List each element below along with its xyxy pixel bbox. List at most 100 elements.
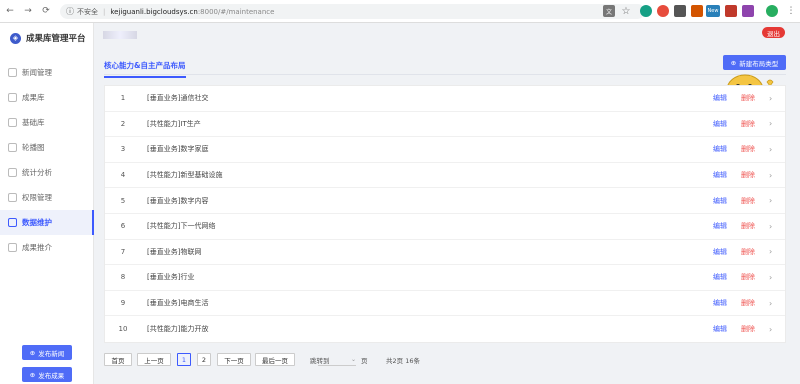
delete-button[interactable]: 删除 [741,272,769,282]
sidebar-item-maintenance[interactable]: 数据维护 [0,210,94,235]
chevron-right-icon[interactable]: › [769,247,785,256]
last-page-button[interactable]: 最后一页 [255,353,295,366]
button-label: 新建布局类型 [739,59,779,68]
add-layout-type-button[interactable]: ⊕ 新建布局类型 [723,55,786,70]
edit-button[interactable]: 编辑 [713,324,741,334]
next-page-button[interactable]: 下一页 [217,353,251,366]
delete-button[interactable]: 删除 [741,298,769,308]
button-label: 发布新闻 [38,349,65,358]
security-label: 不安全 [77,7,98,16]
row-number: 8 [120,273,126,282]
delete-button[interactable]: 删除 [741,247,769,257]
sidebar-item-promotion[interactable]: 成果推介 [0,235,94,260]
row-name: [垂直业务]物联网 [147,247,202,256]
edit-button[interactable]: 编辑 [713,119,741,129]
extension-icon[interactable] [657,5,669,17]
table-row[interactable]: 3 [垂直业务]数字家庭 编辑 删除 › [105,137,785,163]
star-icon[interactable]: ☆ [620,5,632,17]
table-row[interactable]: 5 [垂直业务]数字内容 编辑 删除 › [105,188,785,214]
delete-button[interactable]: 删除 [741,144,769,154]
edit-button[interactable]: 编辑 [713,170,741,180]
translate-icon[interactable]: 文 [603,5,615,17]
chevron-right-icon[interactable]: › [769,222,785,231]
extension-icon[interactable] [674,5,686,17]
layout-type-table: 1 [垂直业务]通信社交 编辑 删除 › 2 [共性能力]IT生产 编辑 删除 › 3 [垂直业务]数… [104,85,786,343]
delete-button[interactable]: 删除 [741,324,769,334]
forward-icon[interactable]: → [20,6,36,16]
row-number: 10 [118,325,128,334]
edit-button[interactable]: 编辑 [713,272,741,282]
chevron-right-icon[interactable]: › [769,171,785,180]
edit-button[interactable]: 编辑 [713,298,741,308]
address-bar[interactable]: ⓘ 不安全 | kejiguanli.bigcloudsys.cn :8000/… [60,4,645,19]
table-row[interactable]: 9 [垂直业务]电商生活 编辑 删除 › [105,291,785,317]
logo-icon: ◈ [10,32,21,44]
table-row[interactable]: 7 [垂直业务]物联网 编辑 删除 › [105,240,785,266]
edit-button[interactable]: 编辑 [713,93,741,103]
row-name: [共性能力]新型基础设施 [147,171,223,180]
sidebar-item-label: 数据维护 [22,218,52,227]
lock-icon [8,193,17,202]
edit-button[interactable]: 编辑 [713,221,741,231]
chevron-right-icon[interactable]: › [769,273,785,282]
pagination-summary: 共2页 16条 [386,357,420,365]
tab-layout[interactable]: 核心能力&自主产品布局 [104,60,186,78]
page-jump-select[interactable]: ⌄ [318,353,356,366]
sidebar-item-permissions[interactable]: 权限管理 [0,185,94,210]
prev-page-button[interactable]: 上一页 [137,353,171,366]
reload-icon[interactable]: ⟳ [38,6,54,16]
extension-icon[interactable] [640,5,652,17]
sidebar-item-label: 基础库 [22,118,45,127]
chevron-right-icon[interactable]: › [769,94,785,103]
sidebar-item-label: 轮播图 [22,143,45,152]
delete-button[interactable]: 删除 [741,93,769,103]
extension-icon[interactable] [725,5,737,17]
table-row[interactable]: 1 [垂直业务]通信社交 编辑 删除 › [105,86,785,112]
page-1-button[interactable]: 1 [177,353,191,366]
edit-button[interactable]: 编辑 [713,196,741,206]
edit-button[interactable]: 编辑 [713,247,741,257]
database-icon [8,118,17,127]
delete-button[interactable]: 删除 [741,221,769,231]
extension-icon[interactable] [691,5,703,17]
button-label: 发布成果 [38,371,65,380]
extension-icon[interactable] [742,5,754,17]
sidebar-item-results[interactable]: 成果库 [0,85,94,110]
delete-button[interactable]: 删除 [741,119,769,129]
share-icon [8,243,17,252]
sidebar-item-carousel[interactable]: 轮播图 [0,135,94,160]
new-extension-icon[interactable]: New [706,5,720,17]
page-2-button[interactable]: 2 [197,353,211,366]
url-path: :8000/#/maintenance [197,7,275,16]
info-icon[interactable]: ⓘ [66,6,74,17]
plus-circle-icon: ⊕ [29,348,36,357]
sidebar-item-base[interactable]: 基础库 [0,110,94,135]
publish-result-button[interactable]: ⊕ 发布成果 [22,367,72,382]
table-row[interactable]: 2 [共性能力]IT生产 编辑 删除 › [105,112,785,138]
sidebar-item-news[interactable]: 新闻管理 [0,60,94,85]
delete-button[interactable]: 删除 [741,170,769,180]
profile-avatar[interactable] [766,5,778,17]
back-icon[interactable]: ← [2,6,18,16]
table-row[interactable]: 10 [共性能力]能力开放 编辑 删除 › [105,316,785,342]
table-row[interactable]: 6 [共性能力]下一代网络 编辑 删除 › [105,214,785,240]
publish-news-button[interactable]: ⊕ 发布新闻 [22,345,72,360]
delete-button[interactable]: 删除 [741,196,769,206]
first-page-button[interactable]: 首页 [104,353,132,366]
chevron-right-icon[interactable]: › [769,299,785,308]
menu-icon[interactable]: ⋮ [785,5,797,17]
table-row[interactable]: 4 [共性能力]新型基础设施 编辑 删除 › [105,163,785,189]
sidebar-item-statistics[interactable]: 统计分析 [0,160,94,185]
chevron-right-icon[interactable]: › [769,325,785,334]
table-row[interactable]: 8 [垂直业务]行业 编辑 删除 › [105,265,785,291]
logout-button[interactable]: 退出 [762,27,785,38]
edit-button[interactable]: 编辑 [713,144,741,154]
row-name: [共性能力]IT生产 [147,119,201,128]
sidebar: ◈ 成果库管理平台 新闻管理 成果库 基础库 轮播图 统计分析 权限管理 数据维… [0,23,94,384]
chevron-right-icon[interactable]: › [769,145,785,154]
sidebar-item-label: 成果推介 [22,243,52,252]
chevron-right-icon[interactable]: › [769,119,785,128]
sidebar-item-label: 统计分析 [22,168,52,177]
row-number: 9 [120,299,126,308]
chevron-right-icon[interactable]: › [769,196,785,205]
